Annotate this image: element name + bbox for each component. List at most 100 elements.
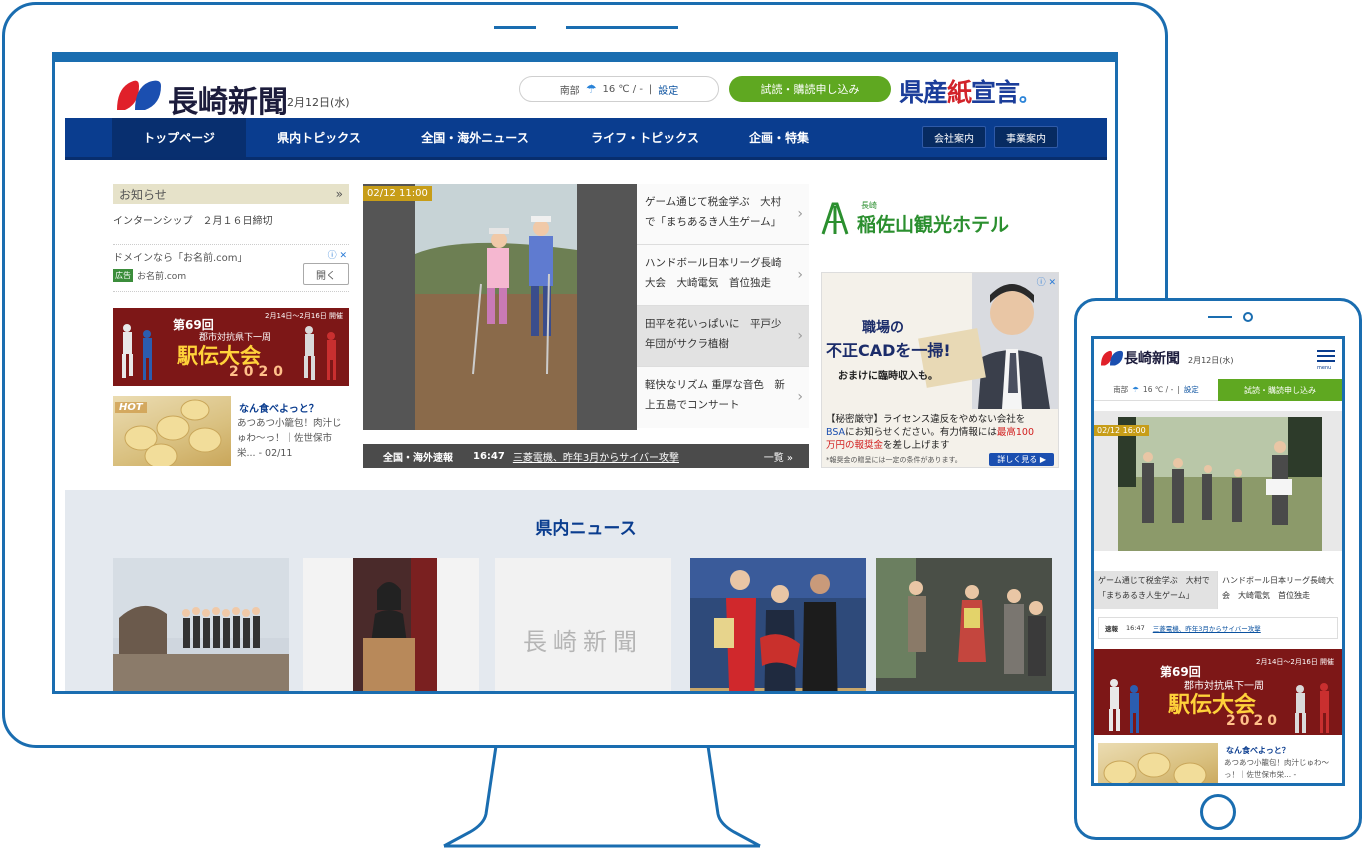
domain-ad-domain: お名前.com [137, 272, 187, 282]
menu-label: menu [1317, 365, 1332, 371]
ekiden-date: 2月14日〜2月16日 開催 [265, 312, 343, 320]
notice-header[interactable]: お知らせ » [113, 184, 349, 204]
breaking-more-link[interactable]: 一覧 » [764, 449, 793, 464]
xiaolongbao-photo[interactable] [1098, 743, 1218, 783]
headline-text: 田平を花いっぱいに 平戸少年団がサクラ植樹 [645, 318, 782, 350]
ad-choices-icon[interactable]: ⓘ ✕ [1037, 275, 1056, 288]
headline-text: 軽快なリズム 重厚な音色 新上五島でコンサート [645, 379, 785, 411]
news-card-5[interactable] [876, 558, 1052, 691]
food-description[interactable]: あつあつ小籠包！肉汁じゅわ〜っ！｜佐世保市栄... - 02/11 [237, 416, 349, 461]
phone-breaking-time: 16:47 [1126, 624, 1145, 632]
main-slide-photo[interactable] [363, 184, 637, 430]
umbrella-icon: ☂ [1132, 385, 1139, 394]
chevron-right-icon: › [797, 267, 803, 283]
chevron-right-icon: › [797, 206, 803, 222]
hotel-name: 稲佐山観光ホテル [857, 214, 1010, 236]
news-card-4[interactable] [690, 558, 866, 691]
notice-more-icon[interactable]: » [336, 187, 343, 201]
newspaper-logo-icon[interactable] [1100, 349, 1124, 367]
news-card-1[interactable] [113, 558, 289, 691]
phone-breaking-label: 速報 [1105, 625, 1118, 633]
food-card[interactable]: HOT なん食べよっと？ あつあつ小籠包！肉汁じゅわ〜っ！｜佐世保市栄... -… [113, 396, 349, 466]
phone-trial-subscribe-button[interactable]: 試読・購読申し込み [1218, 379, 1342, 401]
local-news-title: 県内ニュース [535, 519, 637, 539]
food-title[interactable]: なん食べよっと？ [1226, 745, 1290, 756]
nav-local-topics[interactable]: 県内トピックス [251, 118, 387, 157]
nav-company-info[interactable]: 会社案内 [922, 126, 986, 148]
monitor-stand [443, 745, 761, 848]
weather-temp: 16 ℃ / - [602, 83, 643, 95]
news-card-3-placeholder[interactable]: 長崎新聞 [495, 558, 671, 691]
nav-top-page[interactable]: トップページ [112, 118, 246, 157]
site-logo-text[interactable]: 長崎新聞 [168, 77, 288, 121]
notice-heading: お知らせ [119, 187, 167, 202]
phone-breaking-bar: 速報 16:47 三菱電機、昨年3月からサイバー攻撃 [1098, 617, 1338, 639]
hotel-ad[interactable]: 長崎 稲佐山観光ホテル [821, 200, 1057, 240]
phone-camera [1243, 312, 1253, 322]
phone-speaker [1208, 316, 1232, 318]
desktop-screen: 長崎新聞 2月12日(水) 南部 ☂ 16 ℃ / - | 設定 試読・購読申し… [52, 52, 1118, 694]
bsa-body-3: を差し上げます [883, 440, 950, 451]
phone-food-card[interactable]: なん食べよっと？ あつあつ小籠包！肉汁じゅわ〜っ！｜佐世保市栄... - [1094, 743, 1342, 783]
breaking-headline-link[interactable]: 三菱電機、昨年3月からサイバー攻撃 [513, 449, 679, 464]
nav-features[interactable]: 企画・特集 [729, 118, 829, 157]
news-card-2[interactable] [303, 558, 479, 691]
umbrella-icon: ☂ [585, 82, 597, 96]
domain-ad[interactable]: ドメインなら「お名前.com」 ⓘ ✕ 広告 お名前.com 開く [113, 244, 349, 292]
kensan-text-red: 紙 [947, 78, 972, 107]
phone-slide-timestamp: 02/12 16:00 [1094, 425, 1149, 436]
bsa-details-button[interactable]: 詳しく見る ▶ [989, 453, 1054, 466]
ad-choices-icon[interactable]: ⓘ ✕ [328, 248, 347, 261]
phone-headline-item-active[interactable]: ゲーム通じて税金学ぶ 大村で「まちあるき人生ゲーム」 [1094, 571, 1218, 609]
placeholder-logo-text: 長崎新聞 [523, 627, 643, 656]
bsa-body-2: にお知らせください。有力情報には [845, 427, 997, 438]
bsa-heading-3: おまけに臨時収入も。 [838, 371, 938, 382]
ekiden-date: 2月14日〜2月16日 開催 [1256, 658, 1334, 666]
phone-breaking-headline-link[interactable]: 三菱電機、昨年3月からサイバー攻撃 [1153, 623, 1261, 633]
chevron-right-icon: › [797, 328, 803, 344]
domain-ad-open-button[interactable]: 開く [303, 263, 349, 285]
hotel-logo-icon [821, 202, 849, 235]
bsa-heading-1: 職場の [862, 320, 904, 336]
slider-headline-item-active[interactable]: 田平を花いっぱいに 平戸少年団がサクラ植樹 › [637, 306, 809, 367]
weather-temp: 16 ℃ / - [1142, 385, 1174, 394]
phone-home-button [1200, 794, 1236, 830]
bsa-ad[interactable]: ⓘ ✕ 職場の 不正CADを一掃! おまけに臨時収入も。 【秘密厳守】ライセンス… [821, 272, 1059, 468]
slider-headline-item[interactable]: ゲーム通じて税金学ぶ 大村で「まちあるき人生ゲーム」 › [637, 184, 809, 245]
notice-item[interactable]: インターンシップ ２月１６日締切 [113, 212, 273, 227]
weather-separator: | [1177, 385, 1180, 394]
xiaolongbao-photo[interactable]: HOT [113, 396, 231, 466]
kensan-text-2: 宣言 [971, 78, 1020, 107]
nav-national-world[interactable]: 全国・海外ニュース [395, 118, 555, 157]
bsa-note: *報奨金の贈呈には一定の条件があります。 [826, 456, 962, 464]
kensan-dot: 。 [1019, 82, 1039, 106]
food-description[interactable]: あつあつ小籠包！肉汁じゅわ〜っ！｜佐世保市栄... - [1224, 757, 1340, 781]
phone-site-logo-text[interactable]: 長崎新聞 [1124, 348, 1180, 368]
weather-widget[interactable]: 南部 ☂ 16 ℃ / - | 設定 [519, 76, 719, 102]
slider-headline-item[interactable]: ハンドボール日本リーグ長崎大会 大崎電気 首位独走 › [637, 245, 809, 306]
trial-subscribe-button[interactable]: 試読・購読申し込み [729, 76, 891, 102]
slider-headline-list: ゲーム通じて税金学ぶ 大村で「まちあるき人生ゲーム」 › ハンドボール日本リーグ長… [637, 184, 809, 430]
nav-business-info[interactable]: 事業案内 [994, 126, 1058, 148]
ekiden-year: 2020 [229, 364, 288, 380]
food-title[interactable]: なん食べよっと？ [239, 400, 319, 415]
hamburger-menu-icon[interactable]: menu [1316, 349, 1338, 371]
phone-headline-item[interactable]: ハンドボール日本リーグ長崎大会 大崎電気 首位独走 [1218, 571, 1342, 609]
header-date: 2月12日(水) [287, 96, 350, 109]
bsa-body-blue: BSA [826, 427, 846, 438]
kensan-text-1: 県産 [899, 78, 948, 107]
slider-headline-item[interactable]: 軽快なリズム 重厚な音色 新上五島でコンサート › [637, 367, 809, 428]
breaking-label: 全国・海外速報 [383, 452, 453, 464]
phone-slide-photo[interactable] [1118, 417, 1322, 551]
weather-setting-link[interactable]: 設定 [1184, 384, 1199, 395]
nav-life-topics[interactable]: ライフ・トピックス [565, 118, 725, 157]
ekiden-year: 2020 [1226, 713, 1281, 729]
ekiden-banner[interactable]: 2月14日〜2月16日 開催 第69回 郡市対抗県下一周 駅伝大会 2020 [113, 308, 349, 386]
kensan-banner[interactable]: 県産紙宣言。 [899, 73, 1039, 109]
weather-setting-link[interactable]: 設定 [658, 82, 678, 97]
slide-timestamp: 02/12 11:00 [363, 186, 432, 201]
newspaper-logo-icon[interactable] [115, 78, 163, 112]
phone-ekiden-banner[interactable]: 2月14日〜2月16日 開催 第69回 郡市対抗県下一周 駅伝大会 2020 [1094, 649, 1342, 735]
phone-weather-widget[interactable]: 南部 ☂ 16 ℃ / - | 設定 [1094, 379, 1218, 401]
ad-badge: 広告 [113, 269, 133, 282]
